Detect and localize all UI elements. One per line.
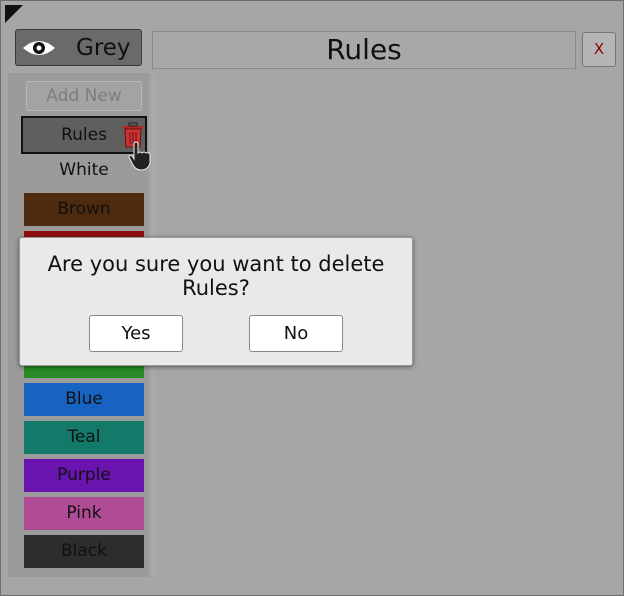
sidebar-item-blue[interactable]: Blue <box>24 383 144 416</box>
visibility-label: Grey <box>76 34 131 61</box>
window: Grey Rules X Add New Rules White Brown G… <box>0 0 624 596</box>
yes-button[interactable]: Yes <box>89 315 183 352</box>
add-new-button[interactable]: Add New <box>26 81 142 111</box>
hand-cursor-icon <box>128 141 151 171</box>
sidebar-item-black[interactable]: Black <box>24 535 144 568</box>
close-button[interactable]: X <box>582 32 616 67</box>
sidebar-item-purple[interactable]: Purple <box>24 459 144 492</box>
eye-icon <box>23 40 55 55</box>
sidebar-item-white[interactable]: White <box>24 154 144 187</box>
corner-triangle-icon[interactable] <box>5 5 23 23</box>
sidebar-item-pink[interactable]: Pink <box>24 497 144 530</box>
page-title[interactable]: Rules <box>152 31 576 69</box>
sidebar-item-teal[interactable]: Teal <box>24 421 144 454</box>
confirm-delete-dialog: Are you sure you want to delete Rules? Y… <box>19 237 413 366</box>
dialog-message: Are you sure you want to delete Rules? <box>47 252 385 300</box>
no-button[interactable]: No <box>249 315 343 352</box>
visibility-button[interactable]: Grey <box>15 29 142 66</box>
sidebar-item-brown[interactable]: Brown <box>24 193 144 226</box>
